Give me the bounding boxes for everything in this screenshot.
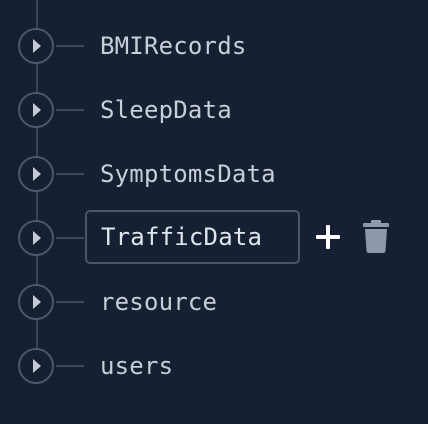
tree-branch-line xyxy=(56,45,84,47)
tree-item-resource[interactable]: resource xyxy=(0,280,428,326)
tree-item-label[interactable]: users xyxy=(100,350,173,382)
plus-icon[interactable] xyxy=(314,223,342,251)
tree-item-label[interactable]: BMIRecords xyxy=(100,30,247,62)
tree-item-bmirecords[interactable]: BMIRecords xyxy=(0,24,428,70)
tree-branch-line xyxy=(56,365,84,367)
tree-item-label[interactable]: resource xyxy=(100,286,217,318)
tree-branch-line xyxy=(56,109,84,111)
chevron-right-icon[interactable] xyxy=(18,156,54,192)
tree-branch-line xyxy=(56,173,84,175)
tree-branch-line xyxy=(56,301,84,303)
tree-item-symptomsdata[interactable]: SymptomsData xyxy=(0,152,428,198)
chevron-right-icon[interactable] xyxy=(18,220,54,256)
tree-item-label[interactable]: SleepData xyxy=(100,94,232,126)
chevron-right-icon[interactable] xyxy=(18,348,54,384)
tree-item-label[interactable]: TrafficData xyxy=(101,221,262,253)
chevron-right-icon[interactable] xyxy=(18,28,54,64)
collection-tree: BMIRecords SleepData SymptomsData Traffi… xyxy=(0,0,428,424)
tree-item-sleepdata[interactable]: SleepData xyxy=(0,88,428,134)
tree-branch-line xyxy=(56,237,84,239)
trash-icon[interactable] xyxy=(362,220,390,254)
selected-item-box[interactable]: TrafficData xyxy=(85,210,300,264)
tree-item-users[interactable]: users xyxy=(0,344,428,390)
chevron-right-icon[interactable] xyxy=(18,284,54,320)
tree-item-label[interactable]: SymptomsData xyxy=(100,158,276,190)
tree-item-trafficdata[interactable]: TrafficData xyxy=(0,210,428,266)
chevron-right-icon[interactable] xyxy=(18,92,54,128)
